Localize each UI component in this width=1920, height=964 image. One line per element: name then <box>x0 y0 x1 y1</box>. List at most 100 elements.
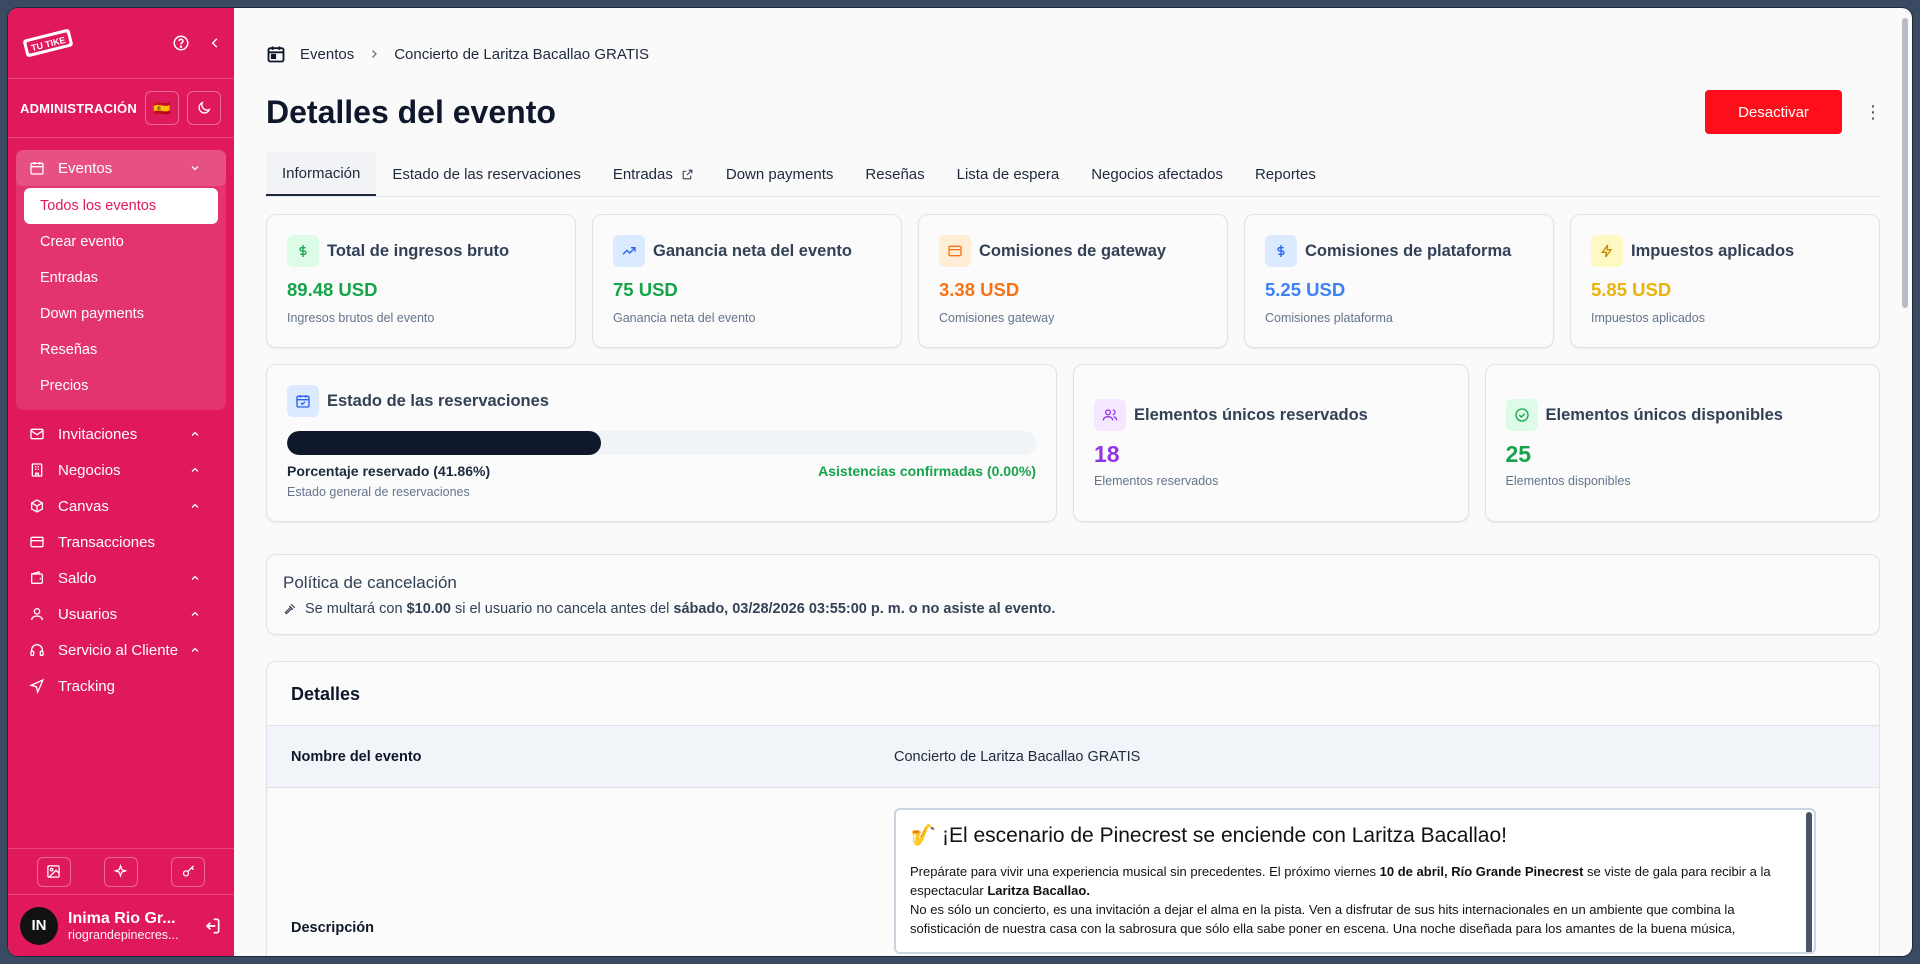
cancellation-policy-card: Política de cancelación Se multará con $… <box>266 554 1880 635</box>
details-card: Detalles Nombre del evento Concierto de … <box>266 661 1880 956</box>
nav-group-eventos: Eventos Todos los eventos Crear evento E… <box>16 150 226 410</box>
navigation-icon <box>26 678 48 694</box>
sidebar-item-canvas[interactable]: Canvas <box>16 488 226 524</box>
stat-card-impuestos: Impuestos aplicados 5.85 USD Impuestos a… <box>1570 214 1880 348</box>
sidebar-item-eventos[interactable]: Eventos <box>16 150 226 186</box>
policy-text: Se multará con $10.00 si el usuario no c… <box>283 601 1863 617</box>
sidebar-header: TU TIKE <box>8 8 234 78</box>
wallet-icon <box>26 570 48 586</box>
desc-artist: Laritza Bacallao. <box>987 883 1090 898</box>
sidebar-sub-entradas[interactable]: Entradas <box>24 260 218 296</box>
sidebar-item-label: Canvas <box>58 497 109 515</box>
users-icon <box>1094 399 1126 431</box>
sidebar-item-transacciones[interactable]: Transacciones <box>16 524 226 560</box>
brand-logo[interactable]: TU TIKE <box>20 27 76 59</box>
sidebar-item-usuarios[interactable]: Usuarios <box>16 596 226 632</box>
check-circle-icon <box>1505 399 1538 431</box>
title-row: Detalles del evento Desactivar ⋮ <box>266 90 1882 134</box>
desc-text-1: Prepárate para vivir una experiencia mus… <box>910 864 1380 879</box>
policy-text-1: Se multará con <box>305 601 407 617</box>
zap-icon <box>1591 235 1623 267</box>
policy-deadline: sábado, 03/28/2026 03:55:00 p. m. o no a… <box>673 601 1056 617</box>
tab-resenas[interactable]: Reseñas <box>849 152 940 196</box>
user-profile[interactable]: IN Inima Rio Gr... riograndepinecres... <box>8 894 234 956</box>
sidebar-sub-crear-evento[interactable]: Crear evento <box>24 224 218 260</box>
sidebar-item-label: Tracking <box>58 677 115 695</box>
reserved-title: Elementos únicos reservados <box>1134 405 1368 424</box>
tab-entradas[interactable]: Entradas <box>597 152 710 196</box>
event-name-label: Nombre del evento <box>291 748 422 765</box>
sidebar-item-label: Saldo <box>58 569 97 587</box>
avatar: IN <box>20 906 58 945</box>
image-icon <box>47 865 60 878</box>
user-name: Inima Rio Gr... <box>68 909 176 927</box>
collapse-sidebar-icon[interactable] <box>208 36 222 50</box>
tab-entradas-label: Entradas <box>612 165 673 183</box>
description-scrollbar[interactable] <box>1806 812 1812 952</box>
sidebar-sub-down-payments[interactable]: Down payments <box>24 296 218 332</box>
tab-down-payments[interactable]: Down payments <box>710 152 850 196</box>
stat-value: 5.25 USD <box>1265 279 1346 300</box>
user-icon <box>26 606 48 622</box>
sparkles-icon <box>114 864 128 878</box>
external-link-icon <box>681 168 694 181</box>
sidebar-item-saldo[interactable]: Saldo <box>16 560 226 596</box>
description-label: Descripción <box>291 920 374 936</box>
logout-icon[interactable] <box>202 916 222 936</box>
image-tool-button[interactable] <box>36 856 71 887</box>
mail-icon <box>26 426 48 442</box>
desc-date-place: 10 de abril, Río Grande Pinecrest <box>1379 864 1584 879</box>
reservations-title: Estado de las reservaciones <box>327 391 549 410</box>
breadcrumb-eventos-link[interactable]: Eventos <box>300 46 354 63</box>
key-tool-button[interactable] <box>171 856 206 887</box>
sidebar-nav: Eventos Todos los eventos Crear evento E… <box>8 138 234 848</box>
stat-subtitle: Ganancia neta del evento <box>613 311 756 325</box>
stat-card-ganancia: Ganancia neta del evento 75 USD Ganancia… <box>592 214 902 348</box>
tab-reportes[interactable]: Reportes <box>1239 152 1332 196</box>
details-title: Detalles <box>267 662 1879 726</box>
sidebar-item-label: Invitaciones <box>58 425 138 443</box>
available-count: 25 <box>1505 441 1532 467</box>
dollar-icon <box>287 235 319 267</box>
tab-estado-reservaciones[interactable]: Estado de las reservaciones <box>376 152 596 196</box>
sidebar-item-label: Eventos <box>58 159 113 177</box>
description-heading: 🎷 ¡El escenario de Pinecrest se enciende… <box>910 824 1507 847</box>
dark-mode-button[interactable] <box>186 91 221 125</box>
trending-up-icon <box>613 235 645 267</box>
sidebar-item-invitaciones[interactable]: Invitaciones <box>16 416 226 452</box>
reserved-subtitle: Elementos reservados <box>1094 474 1219 488</box>
more-options-icon[interactable]: ⋮ <box>1864 103 1882 121</box>
main-content: Eventos Concierto de Laritza Bacallao GR… <box>234 8 1912 956</box>
event-name-row: Nombre del evento Concierto de Laritza B… <box>267 726 1879 788</box>
language-button[interactable]: 🇪🇸 <box>144 91 179 125</box>
moon-icon <box>198 101 211 114</box>
tab-negocios-afectados[interactable]: Negocios afectados <box>1075 152 1239 196</box>
sidebar-sub-precios[interactable]: Precios <box>24 368 218 404</box>
sidebar-item-negocios[interactable]: Negocios <box>16 452 226 488</box>
chevron-right-icon <box>368 48 380 60</box>
breadcrumb: Eventos Concierto de Laritza Bacallao GR… <box>266 40 1880 68</box>
help-icon[interactable] <box>172 34 190 52</box>
sidebar-item-tracking[interactable]: Tracking <box>16 668 226 704</box>
admin-row: ADMINISTRACIÓN 🇪🇸 <box>8 78 234 138</box>
sidebar-sub-resenas[interactable]: Reseñas <box>24 332 218 368</box>
sidebar-sub-todos-los-eventos[interactable]: Todos los eventos <box>24 188 218 224</box>
eventos-submenu: Todos los eventos Crear evento Entradas … <box>16 186 226 404</box>
reservations-card: Estado de las reservaciones Porcentaje r… <box>266 364 1057 522</box>
available-title: Elementos únicos disponibles <box>1545 405 1783 424</box>
deactivate-button[interactable]: Desactivar <box>1705 90 1842 134</box>
sparkles-tool-button[interactable] <box>103 856 138 887</box>
stat-title: Ganancia neta del evento <box>653 241 852 260</box>
sidebar-item-servicio-al-cliente[interactable]: Servicio al Cliente <box>16 632 226 668</box>
policy-amount: $10.00 <box>406 601 451 617</box>
calendar-check-icon <box>287 385 319 417</box>
headset-icon <box>26 642 48 658</box>
tab-lista-de-espera[interactable]: Lista de espera <box>941 152 1076 196</box>
tab-informacion[interactable]: Información <box>266 152 377 196</box>
reserved-percentage: Porcentaje reservado (41.86%) <box>287 463 491 479</box>
page-scrollbar[interactable] <box>1902 18 1908 308</box>
desc-text-3: No es sólo un concierto, es una invitaci… <box>910 902 1736 936</box>
description-viewer[interactable]: 🎷 ¡El escenario de Pinecrest se enciende… <box>894 808 1816 954</box>
chevron-up-icon <box>184 500 206 512</box>
reservations-progress-fill <box>287 431 601 455</box>
